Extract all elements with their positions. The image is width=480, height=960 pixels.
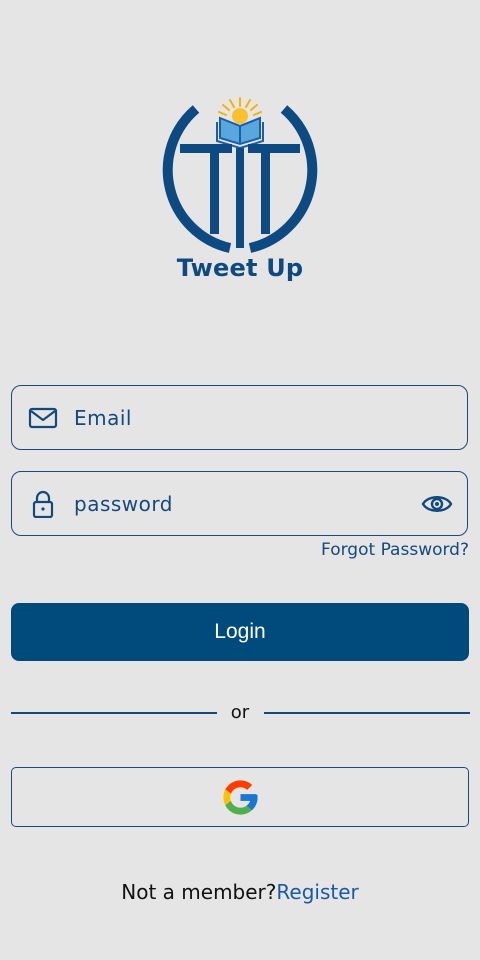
forgot-password-link[interactable]: Forgot Password? <box>321 540 469 560</box>
eye-icon[interactable] <box>421 491 453 517</box>
app-name: Tweet Up <box>176 254 304 282</box>
password-input[interactable] <box>74 472 394 535</box>
login-button[interactable]: Login <box>11 603 469 661</box>
register-link[interactable]: Register <box>276 880 358 904</box>
app-logo: Tweet Up <box>0 92 480 292</box>
register-prompt: Not a member?Register <box>0 880 480 904</box>
google-icon <box>223 780 258 815</box>
google-sign-in-button[interactable] <box>11 767 469 827</box>
email-input[interactable] <box>74 386 394 449</box>
email-field[interactable] <box>11 385 468 450</box>
register-prompt-text: Not a member? <box>121 880 277 904</box>
divider-right <box>264 712 470 714</box>
app-logo-emblem <box>162 97 318 253</box>
mail-icon <box>28 407 58 429</box>
password-field[interactable] <box>11 471 468 536</box>
lock-icon <box>32 490 54 518</box>
